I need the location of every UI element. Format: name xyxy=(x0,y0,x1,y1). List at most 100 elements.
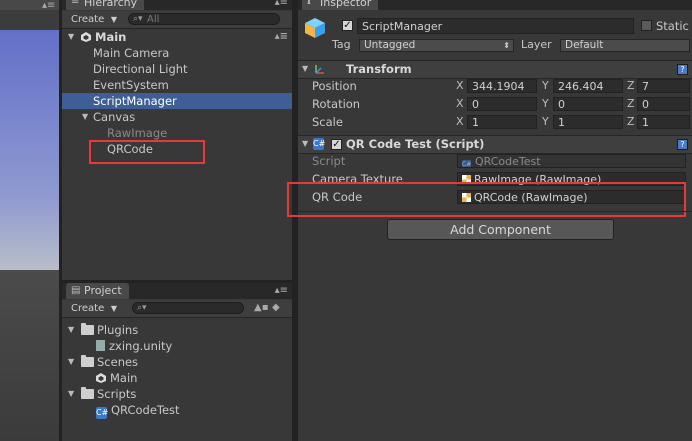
static-checkbox[interactable] xyxy=(641,20,652,31)
help-icon[interactable]: ? xyxy=(677,64,688,75)
axis-x-label: X xyxy=(456,97,464,110)
scale-label: Scale xyxy=(312,115,343,129)
folder-icon xyxy=(81,355,94,367)
dropdown-arrow-icon: ⬍ xyxy=(503,41,510,50)
plugin-file-icon xyxy=(96,340,105,351)
dropdown-arrow-icon: ▼ xyxy=(110,15,117,24)
tab-hierarchy[interactable]: ≡ Hierarchy xyxy=(66,0,145,10)
unity-scene-icon xyxy=(81,32,91,42)
script-field: C# QRCodeTest xyxy=(457,154,686,168)
help-icon[interactable]: ? xyxy=(677,139,688,150)
rotation-z-input[interactable]: 0 xyxy=(637,97,690,111)
fold-arrow-icon[interactable]: ▼ xyxy=(68,29,74,45)
project-item-zxing[interactable]: zxing.unity xyxy=(62,338,292,354)
layer-label: Layer xyxy=(521,38,552,51)
hierarchy-scene-row[interactable]: ▼ Main ▴≡ xyxy=(62,29,292,45)
add-component-button[interactable]: Add Component xyxy=(387,219,614,240)
rotation-label: Rotation xyxy=(312,97,361,111)
position-z-input[interactable]: 7 xyxy=(637,79,690,93)
axis-z-label: Z xyxy=(627,79,635,92)
dropdown-arrow-icon: ▼ xyxy=(110,304,117,313)
tag-dropdown[interactable]: Untagged ⬍ xyxy=(359,39,514,52)
fold-arrow-icon[interactable]: ▼ xyxy=(302,139,308,148)
csharp-script-icon: C# xyxy=(313,138,326,150)
project-tabbar: ▤ Project ▴≡ xyxy=(62,283,292,299)
scene-sky xyxy=(0,30,59,270)
scale-y-input[interactable]: 1 xyxy=(553,115,623,129)
project-item-qrcodetest[interactable]: C# QRCodeTest xyxy=(62,402,292,419)
hierarchy-item-scriptmanager[interactable]: ScriptManager xyxy=(62,93,292,109)
search-icon: ⌕▾ xyxy=(133,14,143,24)
folder-icon xyxy=(81,323,94,335)
hierarchy-item-eventsystem[interactable]: EventSystem xyxy=(62,77,292,93)
axis-x-label: X xyxy=(456,79,464,92)
hierarchy-item-main-camera[interactable]: Main Camera xyxy=(62,45,292,61)
scene-view[interactable]: ▴≡ xyxy=(0,0,59,441)
tab-project[interactable]: ▤ Project xyxy=(66,283,129,299)
scene-toolbar xyxy=(0,10,59,31)
info-icon: ℹ xyxy=(307,0,311,7)
project-panel: ▤ Project ▴≡ Create ▼ ⌕▾ ▲▪ ◆ ▼ Plugins … xyxy=(62,283,292,441)
rotation-y-input[interactable]: 0 xyxy=(553,97,623,111)
component-enabled-checkbox[interactable]: ✓ xyxy=(331,139,342,150)
transform-header[interactable]: ▼ Transform ? xyxy=(298,60,692,79)
project-item-scenes[interactable]: ▼ Scenes xyxy=(62,354,292,370)
active-checkbox[interactable]: ✓ xyxy=(342,20,353,31)
project-item-scripts[interactable]: ▼ Scripts xyxy=(62,386,292,402)
component-divider xyxy=(298,211,692,212)
scene-menu-icon[interactable]: ▴≡ xyxy=(275,32,288,42)
hierarchy-item-canvas[interactable]: ▼ Canvas xyxy=(62,109,292,125)
hierarchy-search-input[interactable]: ⌕▾ All xyxy=(128,13,280,25)
axis-z-label: Z xyxy=(627,115,635,128)
highlight-box-qrcode xyxy=(89,140,205,164)
tag-label: Tag xyxy=(332,38,351,51)
csharp-script-icon: C# xyxy=(96,407,109,419)
hierarchy-toolbar: Create ▼ ⌕▾ All xyxy=(62,11,292,29)
script-label: Script xyxy=(312,154,346,168)
hierarchy-item-rawimage[interactable]: RawImage xyxy=(62,125,292,141)
axis-y-label: Y xyxy=(542,115,549,128)
rotation-x-input[interactable]: 0 xyxy=(467,97,537,111)
qr-code-test-header[interactable]: ▼ C# ✓ QR Code Test (Script) ? xyxy=(298,135,692,154)
fold-arrow-icon[interactable]: ▼ xyxy=(68,386,74,402)
tag-icon[interactable]: ◆ xyxy=(272,303,280,313)
hierarchy-menu-icon[interactable]: ▴≡ xyxy=(275,0,288,8)
hierarchy-item-directional-light[interactable]: Directional Light xyxy=(62,61,292,77)
panel-menu-icon[interactable]: ▴≡ xyxy=(42,1,55,11)
filter-type-icon[interactable]: ▲▪ xyxy=(254,303,268,313)
object-name-input[interactable]: ScriptManager xyxy=(357,18,634,34)
project-search-input[interactable]: ⌕▾ xyxy=(132,302,244,314)
project-create-button[interactable]: Create ▼ xyxy=(65,302,121,315)
fold-arrow-icon[interactable]: ▼ xyxy=(68,354,74,370)
position-y-input[interactable]: 246.404 xyxy=(553,79,623,93)
csharp-script-icon: C# xyxy=(462,160,472,168)
axis-z-label: Z xyxy=(627,97,635,110)
axis-y-label: Y xyxy=(542,79,549,92)
folder-icon xyxy=(81,387,94,399)
hierarchy-tabbar: ≡ Hierarchy ▴≡ xyxy=(62,0,292,10)
fold-arrow-icon[interactable]: ▼ xyxy=(68,322,74,338)
axis-y-label: Y xyxy=(542,97,549,110)
layer-dropdown[interactable]: Default xyxy=(560,39,690,52)
hierarchy-create-button[interactable]: Create ▼ xyxy=(65,13,121,26)
transform-title: Transform xyxy=(346,62,412,76)
project-menu-icon[interactable]: ▴≡ xyxy=(275,286,288,296)
component-title: QR Code Test (Script) xyxy=(346,137,485,151)
unity-scene-icon xyxy=(96,373,106,383)
project-item-plugins[interactable]: ▼ Plugins xyxy=(62,322,292,338)
position-x-input[interactable]: 344.1904 xyxy=(467,79,537,93)
scale-x-input[interactable]: 1 xyxy=(467,115,537,129)
transform-icon xyxy=(315,65,324,74)
tab-inspector[interactable]: ℹ Inspector xyxy=(302,0,379,10)
axis-x-label: X xyxy=(456,115,464,128)
position-label: Position xyxy=(312,79,357,93)
inspector-tabbar: ℹ Inspector xyxy=(298,0,692,10)
gameobject-cube-icon xyxy=(305,18,325,38)
project-item-main-scene[interactable]: Main xyxy=(62,370,292,386)
fold-arrow-icon[interactable]: ▼ xyxy=(302,64,308,73)
scale-z-input[interactable]: 1 xyxy=(637,115,690,129)
fold-arrow-icon[interactable]: ▼ xyxy=(82,109,88,125)
search-icon: ⌕▾ xyxy=(137,303,147,313)
project-toolbar: Create ▼ ⌕▾ ▲▪ ◆ xyxy=(62,300,292,318)
project-tab-icon: ▤ xyxy=(71,285,81,296)
